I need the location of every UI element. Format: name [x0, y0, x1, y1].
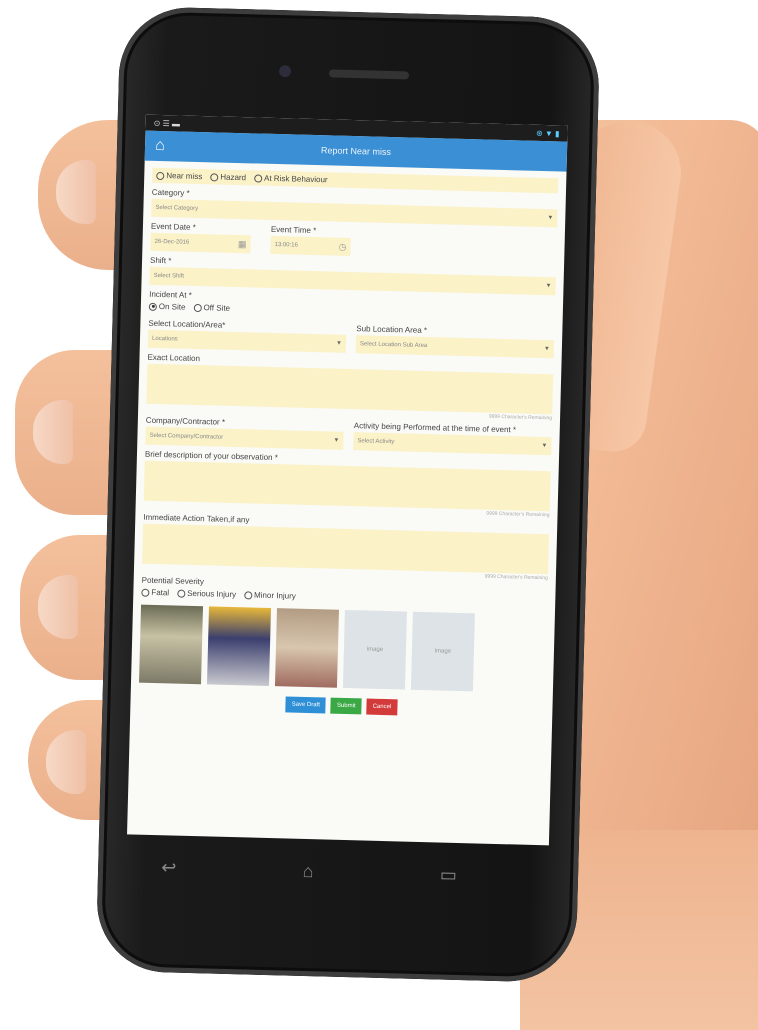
- radio-circle-icon: [156, 171, 165, 180]
- home-nav-icon[interactable]: ⌂: [302, 860, 313, 881]
- fingernail: [56, 160, 96, 224]
- radio-at-risk-behaviour[interactable]: At Risk Behaviour: [253, 173, 328, 185]
- dropdown-caret-icon: ▼: [547, 215, 554, 222]
- radio-circle-icon: [210, 172, 219, 181]
- radio-label: At Risk Behaviour: [263, 173, 328, 185]
- submit-button[interactable]: Submit: [330, 697, 362, 715]
- fingernail: [38, 575, 78, 639]
- phone-screen: ⊙ ☰ ▬ ⊛ ▼ ▮ ⌂ Report Near miss Near miss…: [127, 114, 568, 846]
- radio-label: Serious Injury: [187, 588, 237, 600]
- radio-circle-icon: [177, 589, 186, 598]
- recent-apps-icon[interactable]: ▭: [440, 864, 458, 885]
- radio-label: Near miss: [166, 171, 203, 182]
- activity-value: Select Activity: [357, 438, 395, 446]
- image-placeholder-label: image: [434, 648, 452, 655]
- smartphone: ⊙ ☰ ▬ ⊛ ▼ ▮ ⌂ Report Near miss Near miss…: [95, 5, 601, 984]
- action-buttons: Save Draft Submit Cancel: [138, 693, 544, 720]
- page-title: Report Near miss: [320, 145, 392, 158]
- dropdown-caret-icon: ▼: [541, 443, 548, 450]
- sub-location-select[interactable]: Select Location Sub Area ▼: [355, 335, 555, 359]
- event-date-label: Event Date *: [150, 221, 196, 232]
- radio-label: Hazard: [220, 172, 247, 183]
- category-placeholder: Select Category: [155, 204, 199, 212]
- radio-label: Minor Injury: [253, 590, 296, 601]
- image-placeholder-2[interactable]: image: [410, 611, 475, 692]
- radio-on-site[interactable]: On Site: [148, 301, 186, 312]
- radio-minor-injury[interactable]: Minor Injury: [243, 590, 296, 601]
- status-left-icons: ⊙ ☰ ▬: [153, 118, 181, 128]
- report-form: Near miss Hazard At Risk Behaviour Categ…: [130, 161, 566, 724]
- radio-serious-injury[interactable]: Serious Injury: [177, 588, 237, 600]
- photo-thumbnail-2[interactable]: [206, 606, 272, 686]
- dropdown-caret-icon: ▼: [545, 283, 552, 290]
- sub-location-value: Select Location Sub Area: [359, 341, 428, 350]
- event-time-value: 13:00:16: [274, 241, 298, 249]
- radio-hazard[interactable]: Hazard: [210, 172, 246, 182]
- image-placeholder-label: image: [366, 646, 384, 653]
- front-camera: [278, 65, 292, 78]
- radio-fatal[interactable]: Fatal: [141, 587, 170, 598]
- image-thumbnails: image image: [139, 604, 547, 694]
- event-date-value: 26-Dec-2016: [154, 238, 190, 246]
- fingernail: [46, 730, 86, 794]
- location-row: Select Location/Area* Locations ▼ Sub Loc…: [147, 314, 555, 359]
- radio-label: Fatal: [151, 587, 170, 598]
- back-icon[interactable]: ↩: [161, 857, 177, 878]
- radio-label: On Site: [158, 301, 186, 312]
- dropdown-caret-icon: ▼: [333, 437, 340, 444]
- event-date-input[interactable]: 26-Dec-2016 ▦: [150, 232, 251, 254]
- photo-thumbnail-3[interactable]: [274, 608, 339, 688]
- android-nav-bar: ↩ ⌂ ▭: [97, 836, 520, 907]
- status-signal-icons: ⊛ ▼ ▮: [535, 128, 560, 138]
- dropdown-caret-icon: ▼: [335, 340, 343, 347]
- cancel-button[interactable]: Cancel: [366, 698, 398, 716]
- radio-label: Off Site: [203, 303, 231, 313]
- company-value: Select Company/Contractor: [149, 432, 224, 441]
- radio-selected-icon: [148, 302, 157, 311]
- fingernail: [33, 400, 73, 464]
- status-right-icons: ⊛ ▼ ▮: [532, 128, 560, 138]
- location-value: Locations: [151, 335, 178, 343]
- activity-select[interactable]: Select Activity ▼: [353, 432, 552, 456]
- company-select[interactable]: Select Company/Contractor ▼: [145, 426, 344, 450]
- dropdown-caret-icon: ▼: [543, 346, 550, 353]
- photo-thumbnail-1[interactable]: [139, 604, 204, 685]
- earpiece-speaker: [328, 69, 410, 80]
- event-time-input[interactable]: 13:00:16 ◷: [270, 235, 351, 256]
- calendar-icon[interactable]: ▦: [238, 235, 247, 253]
- shift-placeholder: Select Shift: [153, 272, 185, 280]
- radio-circle-icon: [243, 590, 253, 600]
- radio-near-miss[interactable]: Near miss: [156, 171, 202, 181]
- radio-off-site[interactable]: Off Site: [193, 303, 230, 313]
- image-placeholder-1[interactable]: image: [342, 609, 407, 690]
- save-draft-button[interactable]: Save Draft: [285, 696, 327, 714]
- location-select[interactable]: Locations ▼: [147, 329, 347, 353]
- clock-icon[interactable]: ◷: [338, 238, 346, 256]
- radio-circle-icon: [253, 173, 263, 183]
- event-time-label: Event Time *: [270, 224, 317, 236]
- radio-circle-icon: [193, 303, 202, 312]
- radio-circle-icon: [141, 588, 150, 597]
